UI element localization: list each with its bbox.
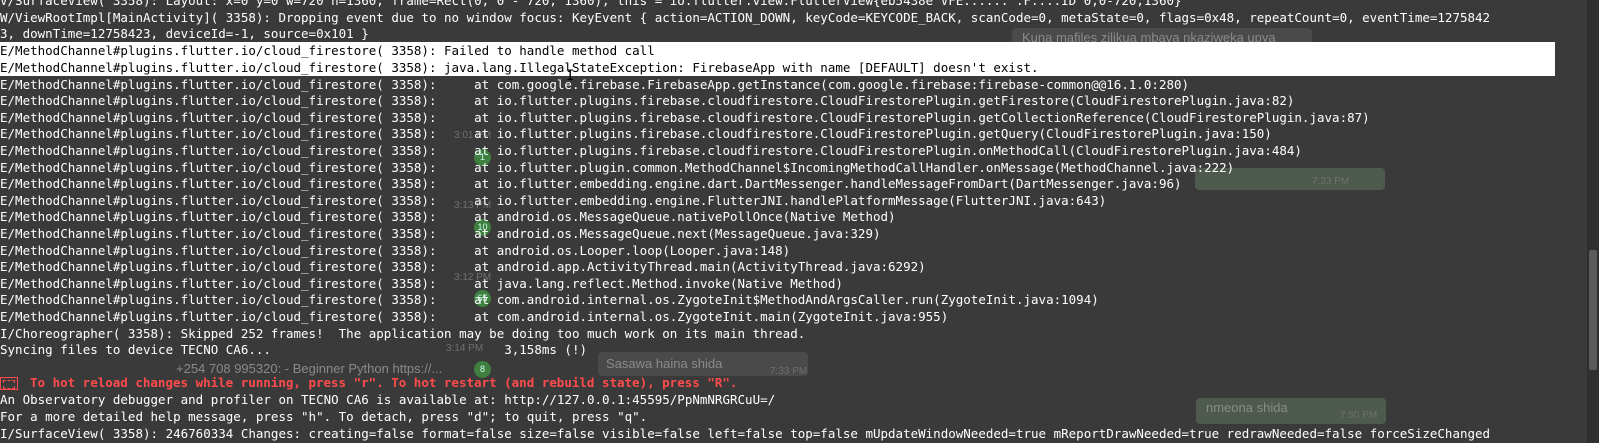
flutter-icon (0, 377, 18, 390)
log-line: E/MethodChannel#plugins.flutter.io/cloud… (0, 110, 1370, 125)
hot-reload-hint: To hot reload changes while running, pre… (0, 374, 1587, 391)
log-line: V/SurfaceView( 3358): Layout: x=0 y=0 w=… (0, 0, 1182, 8)
scrollbar-thumb[interactable] (1589, 250, 1597, 370)
log-line: An Observatory debugger and profiler on … (0, 392, 776, 407)
log-line: I/SurfaceView( 3358): 246760334 Changes:… (0, 426, 1491, 441)
log-line: E/MethodChannel#plugins.flutter.io/cloud… (0, 143, 1302, 158)
terminal-output: V/SurfaceView( 3358): Layout: x=0 y=0 w=… (0, 0, 1587, 443)
log-line: E/MethodChannel#plugins.flutter.io/cloud… (0, 292, 1099, 307)
log-line: E/MethodChannel#plugins.flutter.io/cloud… (0, 259, 926, 274)
hot-reload-text: To hot reload changes while running, pre… (30, 375, 738, 390)
log-line: E/MethodChannel#plugins.flutter.io/cloud… (0, 309, 949, 324)
text-cursor-icon: I (566, 68, 575, 84)
log-line: E/MethodChannel#plugins.flutter.io/cloud… (0, 209, 896, 224)
log-line: E/MethodChannel#plugins.flutter.io/cloud… (0, 193, 1107, 208)
log-line-selected[interactable]: E/MethodChannel#plugins.flutter.io/cloud… (0, 42, 1555, 59)
log-line: Syncing files to device TECNO CA6... 3,1… (0, 342, 587, 357)
scrollbar[interactable] (1587, 0, 1599, 443)
log-line: E/MethodChannel#plugins.flutter.io/cloud… (0, 160, 1235, 175)
log-line-selected[interactable]: E/MethodChannel#plugins.flutter.io/cloud… (0, 59, 1555, 76)
log-line: E/MethodChannel#plugins.flutter.io/cloud… (0, 77, 1190, 92)
log-line: E/MethodChannel#plugins.flutter.io/cloud… (0, 93, 1295, 108)
log-line: E/MethodChannel#plugins.flutter.io/cloud… (0, 126, 1272, 141)
log-line: I/Choreographer( 3358): Skipped 252 fram… (0, 326, 806, 341)
log-line: E/MethodChannel#plugins.flutter.io/cloud… (0, 176, 1182, 191)
log-line: W/ViewRootImpl[MainActivity]( 3358): Dro… (0, 10, 1491, 25)
log-line: For a more detailed help message, press … (0, 409, 648, 424)
log-line: E/MethodChannel#plugins.flutter.io/cloud… (0, 276, 843, 291)
log-line: E/MethodChannel#plugins.flutter.io/cloud… (0, 243, 791, 258)
log-line: E/MethodChannel#plugins.flutter.io/cloud… (0, 226, 881, 241)
log-line: 3, downTime=12758423, deviceId=-1, sourc… (0, 26, 369, 41)
